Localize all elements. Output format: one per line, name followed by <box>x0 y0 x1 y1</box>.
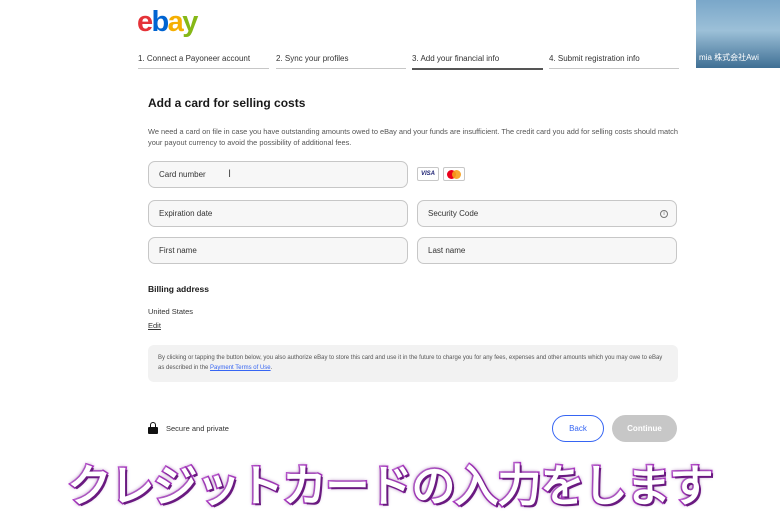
ebay-logo: ebay <box>137 6 198 39</box>
logo-letter-y: y <box>182 6 198 38</box>
logo-letter-e: e <box>137 6 153 38</box>
visa-icon: VISA <box>417 167 439 181</box>
authorization-notice: By clicking or tapping the button below,… <box>148 345 678 382</box>
security-code-placeholder: Security Code <box>428 209 479 218</box>
video-subtitle: クレジットカードの入力をします <box>66 460 715 514</box>
first-name-placeholder: First name <box>159 246 197 255</box>
security-code-input[interactable]: Security Code i <box>417 200 677 227</box>
first-name-input[interactable]: First name <box>148 237 408 264</box>
edit-billing-link[interactable]: Edit <box>148 321 161 330</box>
page-title: Add a card for selling costs <box>148 96 306 110</box>
logo-letter-b: b <box>151 6 170 38</box>
expiration-date-input[interactable]: Expiration date <box>148 200 408 227</box>
secure-notice: Secure and private <box>148 422 229 434</box>
back-button[interactable]: Back <box>552 415 604 442</box>
last-name-placeholder: Last name <box>428 246 466 255</box>
lock-icon <box>148 422 158 434</box>
step-sync-profiles: 2. Sync your profiles <box>276 54 406 69</box>
card-number-placeholder: Card number <box>159 170 206 179</box>
text-cursor-icon: I <box>228 168 232 180</box>
step-connect-payoneer: 1. Connect a Payoneer account <box>138 54 269 69</box>
expiration-date-placeholder: Expiration date <box>159 209 213 218</box>
authorization-suffix: . <box>270 365 273 371</box>
visa-label: VISA <box>420 171 435 177</box>
last-name-input[interactable]: Last name <box>417 237 677 264</box>
step-submit-registration: 4. Submit registration info <box>549 54 679 69</box>
info-icon[interactable]: i <box>660 209 668 218</box>
billing-address-heading: Billing address <box>148 284 209 294</box>
step-financial-info: 3. Add your financial info <box>412 54 543 70</box>
logo-letter-a: a <box>167 6 184 38</box>
registration-steps: 1. Connect a Payoneer account 2. Sync yo… <box>138 54 679 70</box>
continue-button[interactable]: Continue <box>612 415 677 442</box>
participant-name: mia 株式会社Awi <box>699 53 759 62</box>
billing-country: United States <box>148 307 194 316</box>
secure-label: Secure and private <box>166 423 229 433</box>
form-description: We need a card on file in case you have … <box>148 127 678 147</box>
card-number-input[interactable]: Card number <box>148 161 408 188</box>
payment-terms-link[interactable]: Payment Terms of Use <box>210 365 271 371</box>
video-participant-thumbnail: mia 株式会社Awi <box>696 0 780 68</box>
mastercard-icon <box>443 167 465 181</box>
